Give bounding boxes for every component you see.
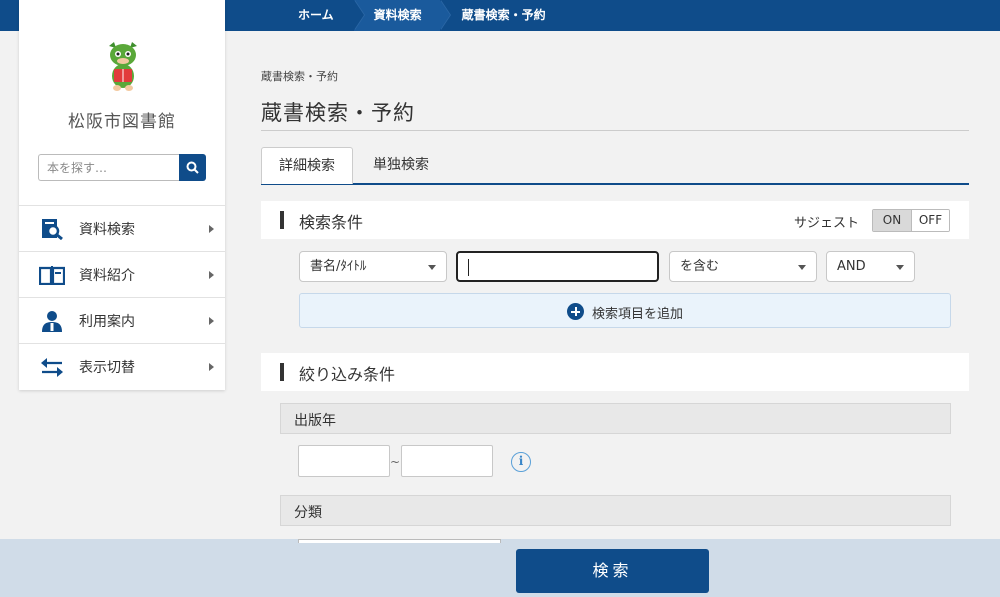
plus-circle-icon bbox=[567, 303, 584, 320]
add-search-field-label: 検索項目を追加 bbox=[592, 307, 684, 322]
sidebar-item-material-intro[interactable]: 資料紹介 bbox=[19, 251, 225, 297]
sidebar-item-display-switch[interactable]: 表示切替 bbox=[19, 343, 225, 389]
page-title: 蔵書検索・予約 bbox=[261, 101, 415, 125]
sidebar-menu: 資料検索 資料紹介 利用案内 表示切替 bbox=[19, 205, 225, 389]
chevron-down-icon bbox=[896, 265, 904, 270]
sidebar-item-label: 利用案内 bbox=[79, 313, 135, 330]
filters-title: 絞り込み条件 bbox=[299, 365, 396, 384]
library-name: 松阪市図書館 bbox=[68, 112, 176, 132]
switch-arrows-icon bbox=[39, 356, 65, 378]
classification-select[interactable] bbox=[298, 539, 501, 543]
filters-section-header: 絞り込み条件 bbox=[261, 353, 969, 391]
keyword-input[interactable] bbox=[456, 251, 659, 282]
nav-crumb-search-label: 資料検索 bbox=[373, 8, 422, 22]
sidebar-search-input[interactable] bbox=[38, 154, 179, 181]
chevron-right-icon bbox=[209, 225, 214, 233]
logic-operator-select[interactable]: AND bbox=[826, 251, 915, 282]
sidebar-item-usage-guide[interactable]: 利用案内 bbox=[19, 297, 225, 343]
sidebar-item-material-search[interactable]: 資料検索 bbox=[19, 205, 225, 251]
match-type-value: を含む bbox=[680, 259, 720, 274]
chevron-right-icon bbox=[209, 363, 214, 371]
classification-header: 分類 bbox=[280, 495, 951, 526]
search-icon bbox=[186, 161, 199, 174]
publication-year-header: 出版年 bbox=[280, 403, 951, 434]
nav-crumb-home[interactable]: ホーム bbox=[226, 0, 365, 31]
field-type-value: 書名/ﾀｲﾄﾙ bbox=[310, 259, 367, 274]
add-search-field-button[interactable]: 検索項目を追加 bbox=[299, 293, 951, 328]
open-book-icon bbox=[39, 264, 65, 286]
chevron-down-icon bbox=[428, 265, 436, 270]
library-mascot-logo[interactable] bbox=[103, 40, 143, 92]
sidebar-item-label: 資料紹介 bbox=[79, 267, 135, 284]
conditions-title: 検索条件 bbox=[299, 213, 364, 232]
title-divider bbox=[261, 130, 969, 131]
nav-crumb-current: 蔵書検索・予約 bbox=[440, 0, 560, 31]
info-icon[interactable]: i bbox=[511, 452, 531, 472]
search-tabs: 詳細検索 単独検索 bbox=[261, 147, 969, 185]
logic-operator-value: AND bbox=[837, 259, 866, 274]
chevron-right-icon bbox=[209, 317, 214, 325]
year-from-input[interactable] bbox=[298, 445, 390, 477]
sidebar-item-label: 表示切替 bbox=[79, 359, 135, 376]
chevron-down-icon bbox=[798, 265, 806, 270]
suggest-toggle-off[interactable]: OFF bbox=[910, 210, 949, 231]
classification-label: 分類 bbox=[294, 505, 322, 521]
suggest-toggle-on[interactable]: ON bbox=[873, 210, 911, 231]
nav-crumb-search[interactable]: 資料検索 bbox=[353, 0, 451, 31]
sidebar-item-label: 資料検索 bbox=[79, 221, 135, 238]
suggest-label: サジェスト bbox=[794, 216, 860, 231]
nav-crumb-home-label: ホーム bbox=[298, 8, 334, 22]
sidebar-search-button[interactable] bbox=[179, 154, 206, 181]
search-button[interactable]: 検索 bbox=[516, 549, 709, 593]
year-to-input[interactable] bbox=[401, 445, 493, 477]
search-document-icon bbox=[39, 218, 65, 240]
publication-year-label: 出版年 bbox=[294, 413, 336, 429]
bottom-action-bar bbox=[0, 539, 1000, 597]
chevron-right-icon bbox=[209, 271, 214, 279]
tab-detailed-search[interactable]: 詳細検索 bbox=[261, 147, 353, 184]
conditions-section-header: 検索条件 サジェスト ON OFF bbox=[261, 201, 969, 239]
field-type-select[interactable]: 書名/ﾀｲﾄﾙ bbox=[299, 251, 447, 282]
tab-single-search[interactable]: 単独検索 bbox=[359, 147, 443, 184]
page-breadcrumb: 蔵書検索・予約 bbox=[261, 70, 338, 83]
nav-crumb-current-label: 蔵書検索・予約 bbox=[461, 8, 546, 22]
person-icon bbox=[39, 310, 65, 332]
sidebar: 松阪市図書館 資料検索 資料紹介 利用案内 bbox=[19, 0, 225, 390]
suggest-toggle: ON OFF bbox=[872, 209, 950, 232]
range-separator: ~ bbox=[390, 455, 401, 469]
match-type-select[interactable]: を含む bbox=[669, 251, 817, 282]
nav-breadcrumb: ホーム 資料検索 蔵書検索・予約 bbox=[226, 0, 560, 31]
text-cursor bbox=[468, 259, 469, 276]
sidebar-search bbox=[38, 154, 206, 181]
